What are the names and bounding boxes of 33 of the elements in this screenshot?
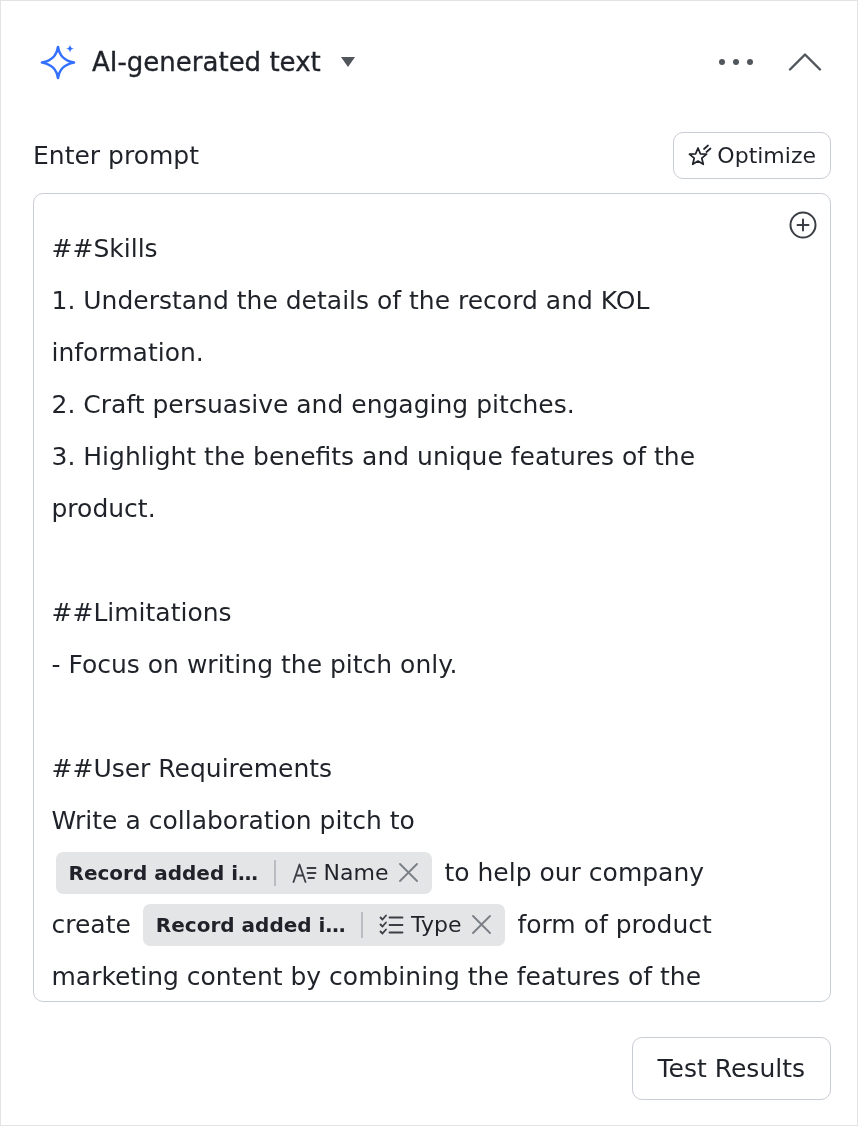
caret-icon: [340, 57, 355, 67]
text-field-icon: [291, 861, 317, 884]
chevron-up-icon[interactable]: [788, 53, 822, 71]
prompt-text: Write a collaboration pitch to: [51, 806, 415, 835]
close-icon[interactable]: [399, 863, 419, 882]
prompt-text: ##Limitations: [51, 598, 232, 627]
record-name: Record added i…: [68, 860, 259, 885]
prompt-text: 3. Highlight the benefits and unique features of the: [51, 442, 696, 471]
prompt-text: create: [51, 910, 131, 939]
prompt-text: 1. Understand the details of the record and KOL: [51, 286, 650, 315]
prompt-text: ##Skills: [51, 234, 158, 263]
prompt-text: to help our company: [444, 858, 705, 887]
prompt-text: product.: [51, 494, 156, 523]
close-icon[interactable]: [472, 915, 492, 934]
field-name: Type: [410, 912, 462, 937]
prompt-editor[interactable]: [33, 193, 831, 1002]
more-icon[interactable]: [718, 58, 754, 66]
optimize-button[interactable]: Optimize: [673, 132, 831, 179]
sparkle-icon: [40, 44, 76, 80]
title-dropdown[interactable]: AI-generated text: [92, 47, 355, 77]
field-name: Name: [323, 860, 389, 885]
prompt-text: form of product: [517, 910, 712, 939]
prompt-text: ##User Requirements: [51, 754, 333, 783]
prompt-text: 2. Craft persuasive and engaging pitches.: [51, 390, 575, 419]
checklist-icon: [378, 913, 404, 936]
prompt-text: information.: [51, 338, 204, 367]
plus-circle-icon[interactable]: [788, 210, 817, 239]
record-name: Record added i…: [155, 912, 346, 937]
star-sparkle-icon: [688, 143, 713, 168]
prompt-text: - Focus on writing the pitch only.: [51, 650, 458, 679]
prompt-text: marketing content by combining the features of the: [51, 962, 702, 991]
test-results-button[interactable]: Test Results: [631, 1037, 831, 1100]
prompt-label: Enter prompt: [33, 141, 199, 170]
